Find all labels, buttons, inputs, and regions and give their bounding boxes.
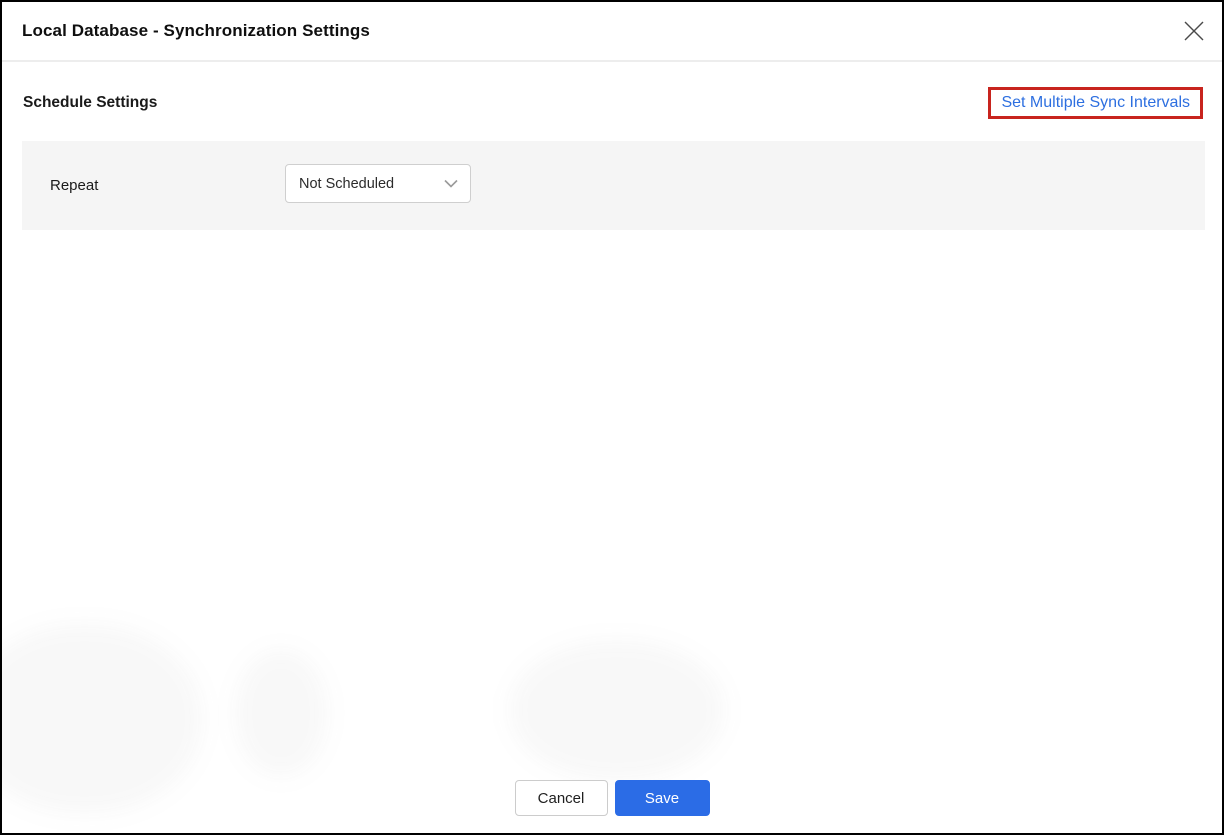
repeat-dropdown-value: Not Scheduled — [299, 176, 444, 192]
red-highlight-box: Set Multiple Sync Intervals — [988, 87, 1203, 119]
close-button[interactable] — [1179, 16, 1209, 46]
repeat-label: Repeat — [50, 177, 98, 194]
dialog-header: Local Database - Synchronization Setting… — [2, 2, 1222, 62]
sync-settings-dialog: Local Database - Synchronization Setting… — [0, 0, 1224, 835]
faint-blob-artifact — [235, 650, 327, 776]
dialog-footer: Cancel Save — [2, 780, 1222, 816]
save-button[interactable]: Save — [615, 780, 710, 816]
repeat-dropdown[interactable]: Not Scheduled — [285, 164, 471, 203]
cancel-button[interactable]: Cancel — [515, 780, 608, 816]
dialog-title: Local Database - Synchronization Setting… — [22, 21, 370, 41]
schedule-settings-row: Schedule Settings Set Multiple Sync Inte… — [23, 84, 1203, 122]
set-multiple-sync-intervals-link[interactable]: Set Multiple Sync Intervals — [1001, 94, 1190, 111]
close-icon — [1183, 20, 1205, 42]
repeat-panel: Repeat Not Scheduled — [22, 141, 1205, 230]
chevron-down-icon — [444, 179, 458, 188]
faint-blob-artifact — [510, 640, 724, 780]
schedule-settings-heading: Schedule Settings — [23, 94, 157, 112]
